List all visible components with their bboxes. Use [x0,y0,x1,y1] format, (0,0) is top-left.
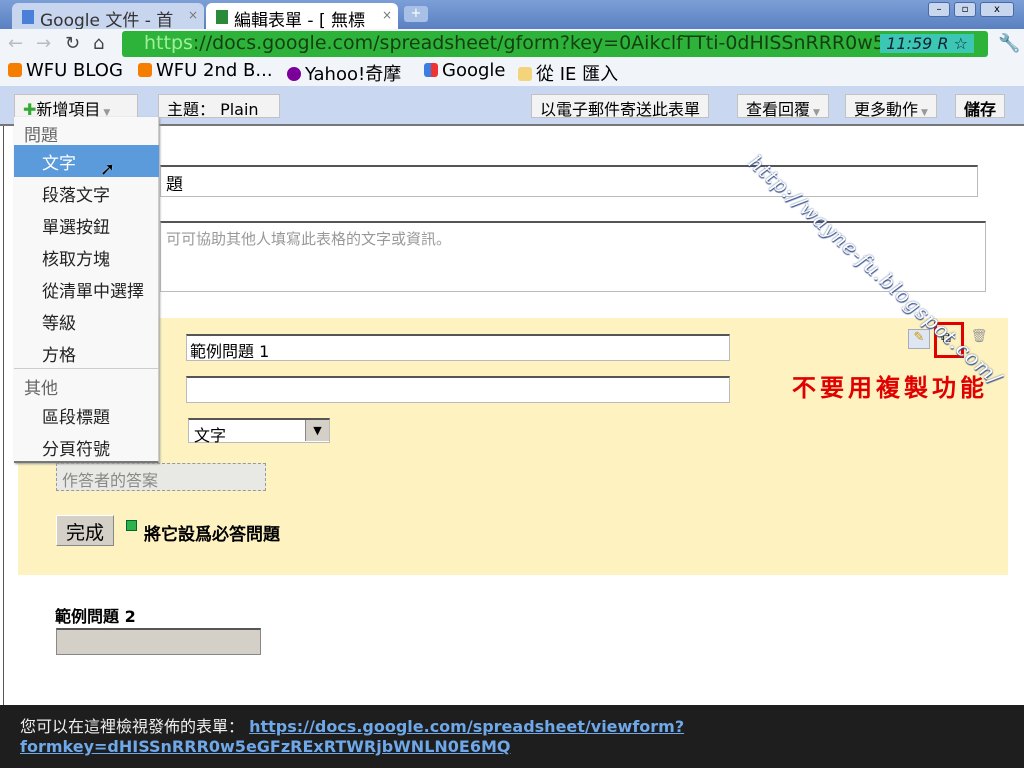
docs-icon [22,10,34,24]
clock: 11:59 R ☆ [880,34,974,53]
forward-icon[interactable]: → [36,33,51,54]
menu-item-text[interactable]: 文字 [14,145,159,177]
tab-label: 編輯表單 - [ 無標 [234,11,365,29]
description-placeholder: 可可協助其他人填寫此表格的文字或資訊。 [166,230,452,248]
menu-item-paragraph-text[interactable]: 段落文字 [14,177,159,209]
new-tab-button[interactable]: + [404,6,428,22]
theme-button[interactable]: 主題： Plain [158,94,280,119]
menu-section-questions: 問題 [24,126,58,146]
responses-label: 查看回覆 [746,100,811,119]
question-2-input[interactable] [56,628,261,655]
more-actions-button[interactable]: 更多動作 ▼ [845,94,937,119]
address-bar[interactable]: https://docs.google.com/spreadsheet/gfor… [122,31,988,57]
menu-item-grid[interactable]: 方格 [14,337,159,369]
tab-label: Google 文件 - 首 [40,11,174,29]
menu-item-section-header[interactable]: 區段標題 [14,399,159,431]
home-icon[interactable]: ⌂ [93,33,104,54]
title-text: 題 [166,175,183,195]
question-type-select[interactable]: 文字 ▼ [188,418,330,445]
published-form-link-cont[interactable]: formkey=dHISSnRRR0w5eGFzRExRTWRjbWNLN0E6… [20,737,511,756]
bookmark-yahoo[interactable]: Yahoo!奇摩 [287,60,401,86]
more-label: 更多動作 [854,100,919,119]
bookmark-label: WFU BLOG [26,60,123,81]
star-icon[interactable]: ☆ [954,34,968,53]
tab-google-docs[interactable]: Google 文件 - 首 × [12,3,204,29]
url-tail: R [937,34,949,53]
blogger-icon [138,63,152,77]
see-responses-button[interactable]: 查看回覆 ▼ [737,94,829,119]
bookmark-wfu-2nd[interactable]: WFU 2nd B... [138,60,273,81]
google-icon [424,63,438,77]
yahoo-icon [287,67,301,81]
close-icon[interactable]: × [188,8,198,22]
reload-icon[interactable]: ↻ [65,33,80,54]
question-2-title: 範例問題 2 [55,607,136,626]
bookmark-wfu-blog[interactable]: WFU BLOG [8,60,123,81]
published-form-link[interactable]: https://docs.google.com/spreadsheet/view… [249,717,684,736]
question-title-input[interactable]: 範例問題 1 [186,334,730,361]
chevron-down-icon: ▼ [921,108,928,118]
menu-item-scale[interactable]: 等級 [14,305,159,337]
menu-item-multiple-choice[interactable]: 單選按鈕 [14,209,159,241]
required-label: 將它設爲必答問題 [144,525,280,545]
save-button[interactable]: 儲存 [955,94,1006,119]
bookmark-google[interactable]: Google [424,60,505,81]
close-icon[interactable]: × [382,8,392,22]
wrench-icon[interactable]: 🔧 [998,33,1020,54]
back-icon[interactable]: ← [8,33,23,54]
bookmark-ie-import[interactable]: 從 IE 匯入 [518,60,618,86]
question-type-value: 文字 [194,426,227,445]
form-icon [216,10,228,24]
tab-bar: Google 文件 - 首 × 編輯表單 - [ 無標 × + – ▫ x [0,0,1024,29]
menu-item-checkboxes[interactable]: 核取方塊 [14,241,159,273]
clock-text: 11:59 [886,34,933,53]
bookmark-label: 從 IE 匯入 [536,64,619,85]
url-scheme: https [144,32,193,54]
bookmark-label: Google [442,60,506,81]
footer-bar: 您可以在這裡檢視發佈的表單： https://docs.google.com/s… [0,705,1024,768]
bookmark-label: Yahoo!奇摩 [305,64,402,85]
add-item-button[interactable]: ✚新增項目 ▼ [14,94,138,119]
add-item-menu: 問題 文字 段落文字 單選按鈕 核取方塊 從清單中選擇 等級 方格 其他 區段標… [14,117,159,463]
help-text-input[interactable] [186,376,730,403]
annotation-text: 不要用複製功能 [792,373,988,402]
close-window-button[interactable]: x [980,2,1014,17]
bookmark-label: WFU 2nd B... [156,60,273,81]
menu-section-other: 其他 [24,379,58,399]
dropdown-arrow-icon[interactable]: ▼ [305,420,329,441]
answer-preview: 作答者的答案 [56,463,266,491]
blogger-icon [8,63,22,77]
done-button[interactable]: 完成 [56,515,114,546]
footer-text: 您可以在這裡檢視發佈的表單： [20,717,245,736]
maximize-button[interactable]: ▫ [954,2,976,17]
bookmarks-bar: WFU BLOG WFU 2nd B... Yahoo!奇摩 Google 從 … [0,59,1024,86]
chevron-down-icon: ▼ [813,108,820,118]
mouse-cursor-icon: ➚ [100,159,116,180]
question-title-text: 範例問題 1 [190,342,270,361]
required-checkbox[interactable] [126,520,137,531]
form-title-input[interactable]: 題 [160,165,978,197]
menu-divider [14,368,159,369]
menu-item-choose-from-list[interactable]: 從清單中選擇 [14,273,159,305]
menu-item-page-break[interactable]: 分頁符號 [14,431,159,463]
url-text: ://docs.google.com/spreadsheet/gform?key… [192,32,897,54]
tab-edit-form[interactable]: 編輯表單 - [ 無標 × [206,3,398,29]
email-form-button[interactable]: 以電子郵件寄送此表單 [531,94,710,119]
folder-icon [518,67,532,81]
minimize-button[interactable]: – [928,2,950,17]
